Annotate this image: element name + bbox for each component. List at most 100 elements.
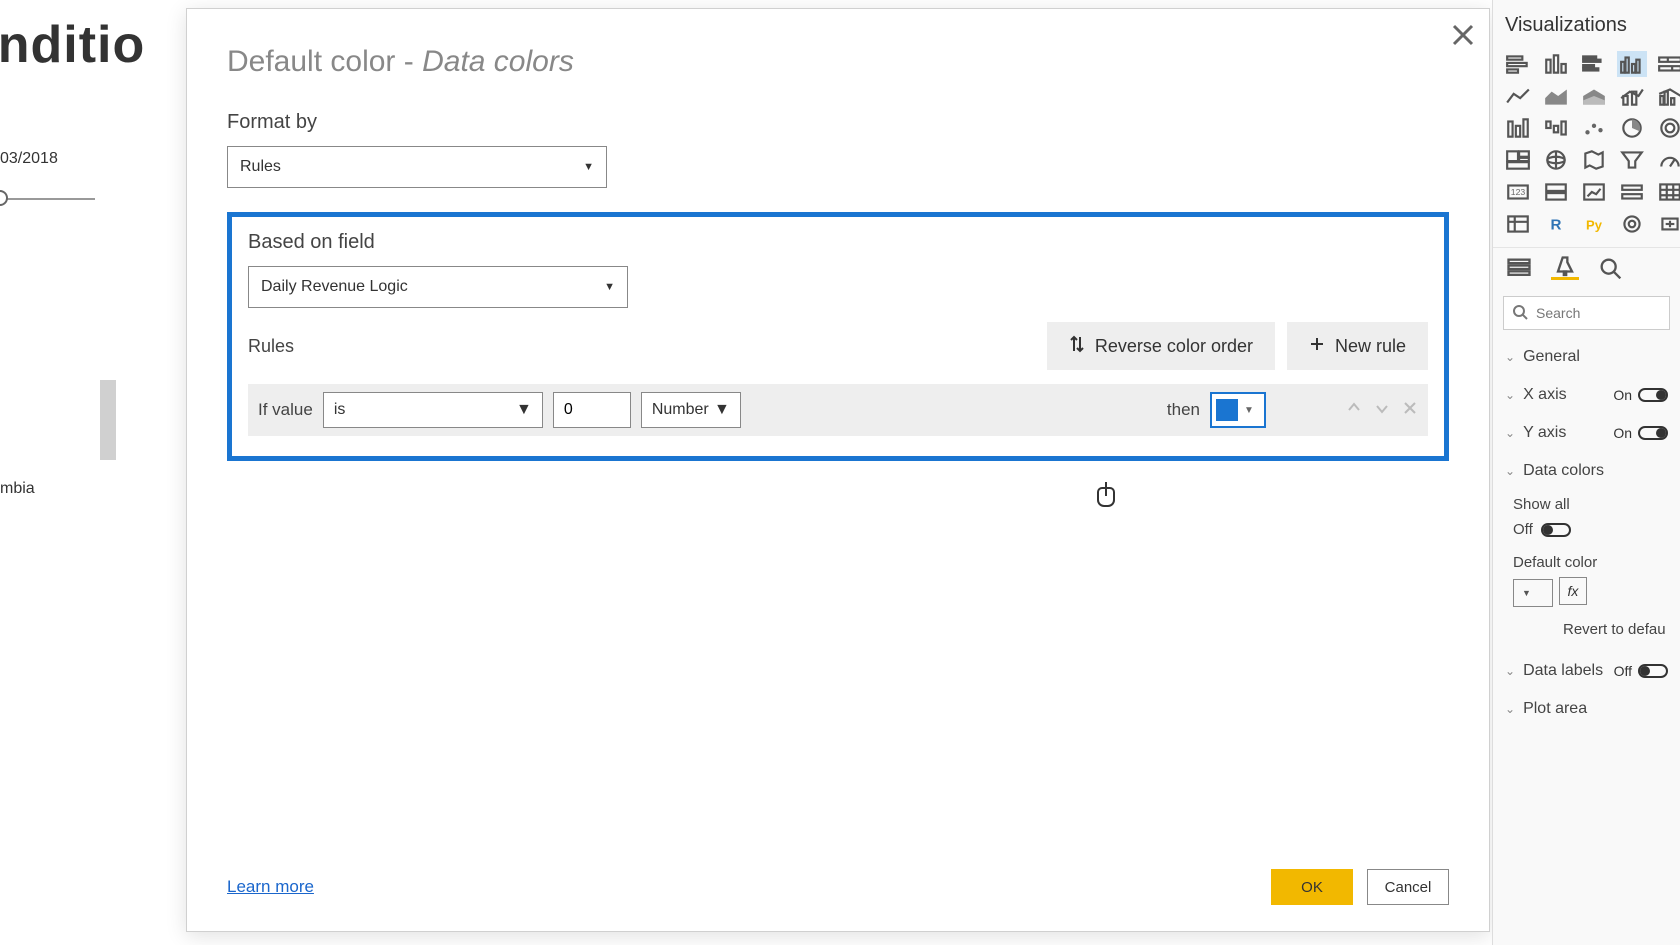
- stacked-bar-icon[interactable]: [1503, 51, 1533, 77]
- caret-down-icon: ▼: [1522, 588, 1531, 598]
- default-color-label: Default color: [1493, 548, 1680, 575]
- gauge-icon[interactable]: [1655, 147, 1680, 173]
- cancel-button[interactable]: Cancel: [1367, 869, 1449, 905]
- chevron-down-icon: ⌄: [1505, 702, 1515, 716]
- svg-text:R: R: [1551, 216, 1562, 233]
- ribbon-chart-icon[interactable]: [1503, 115, 1533, 141]
- rule-type-select[interactable]: Number ▼: [641, 392, 741, 428]
- section-general[interactable]: ⌄General: [1493, 338, 1680, 376]
- waterfall-icon[interactable]: [1541, 115, 1571, 141]
- scatter-chart-icon[interactable]: [1579, 115, 1609, 141]
- search-input[interactable]: Search: [1503, 296, 1670, 330]
- stacked-area-icon[interactable]: [1579, 83, 1609, 109]
- chart-bar: [100, 380, 116, 460]
- python-visual-icon[interactable]: Py: [1579, 211, 1609, 237]
- clustered-bar-icon[interactable]: [1579, 51, 1609, 77]
- slider-handle-icon[interactable]: [0, 190, 8, 206]
- background-left-panel: 03/2018 mbia: [0, 150, 180, 498]
- format-by-select[interactable]: Rules ▼: [227, 146, 607, 188]
- swap-icon: [1069, 335, 1085, 358]
- r-visual-icon[interactable]: R: [1541, 211, 1571, 237]
- learn-more-link[interactable]: Learn more: [227, 877, 314, 897]
- chevron-down-icon: ⌄: [1505, 464, 1515, 478]
- show-all-state: Off: [1513, 521, 1533, 538]
- conditional-format-dialog: Default color - Data colors Format by Ru…: [186, 8, 1490, 932]
- based-on-field-label: Based on field: [248, 231, 1428, 254]
- section-x-axis[interactable]: ⌄X axis On: [1493, 376, 1680, 414]
- page-title: onditio: [0, 15, 145, 75]
- treemap-icon[interactable]: [1503, 147, 1533, 173]
- caret-down-icon: ▼: [604, 281, 615, 293]
- svg-text:123: 123: [1511, 187, 1526, 197]
- donut-chart-icon[interactable]: [1655, 115, 1680, 141]
- chevron-down-icon: ⌄: [1505, 664, 1515, 678]
- section-y-axis[interactable]: ⌄Y axis On: [1493, 414, 1680, 452]
- pie-chart-icon[interactable]: [1617, 115, 1647, 141]
- svg-text:Py: Py: [1586, 217, 1603, 232]
- visualizations-pane: Visualizations 123 R Py: [1492, 0, 1680, 945]
- dialog-title-suffix: Data colors: [422, 45, 574, 78]
- slicer-icon[interactable]: [1617, 179, 1647, 205]
- line-clustered-column-icon[interactable]: [1655, 83, 1680, 109]
- revert-to-default-link[interactable]: Revert to defau: [1493, 607, 1680, 652]
- default-color-picker[interactable]: ▼: [1513, 579, 1553, 607]
- toggle-icon[interactable]: [1638, 426, 1668, 440]
- filled-map-icon[interactable]: [1579, 147, 1609, 173]
- fields-tab-icon[interactable]: [1505, 256, 1533, 280]
- rule-color-picker[interactable]: ▼: [1210, 392, 1266, 428]
- slicer-date: 03/2018: [0, 150, 180, 168]
- line-chart-icon[interactable]: [1503, 83, 1533, 109]
- toggle-icon[interactable]: [1638, 664, 1668, 678]
- rule-operator-select[interactable]: is ▼: [323, 392, 543, 428]
- analytics-tab-icon[interactable]: [1597, 256, 1625, 280]
- card-icon[interactable]: 123: [1503, 179, 1533, 205]
- rule-then-label: then: [1167, 400, 1200, 420]
- line-stacked-column-icon[interactable]: [1617, 83, 1647, 109]
- new-rule-label: New rule: [1335, 336, 1406, 357]
- visualizations-title: Visualizations: [1493, 14, 1680, 51]
- matrix-icon[interactable]: [1503, 211, 1533, 237]
- move-down-icon[interactable]: [1374, 400, 1390, 421]
- chevron-down-icon: ⌄: [1505, 426, 1515, 440]
- ok-button[interactable]: OK: [1271, 869, 1353, 905]
- caret-down-icon: ▼: [714, 401, 730, 419]
- slicer-slider[interactable]: [0, 198, 95, 200]
- color-swatch: [1216, 399, 1238, 421]
- rule-row: If value is ▼ Number ▼ then ▼: [248, 384, 1428, 436]
- show-all-label: Show all: [1493, 490, 1680, 517]
- move-up-icon[interactable]: [1346, 400, 1362, 421]
- hundred-stacked-bar-icon[interactable]: [1655, 51, 1680, 77]
- area-chart-icon[interactable]: [1541, 83, 1571, 109]
- stacked-column-icon[interactable]: [1541, 51, 1571, 77]
- section-data-labels[interactable]: ⌄Data labels Off: [1493, 652, 1680, 690]
- kpi-icon[interactable]: [1579, 179, 1609, 205]
- toggle-icon[interactable]: [1638, 388, 1668, 402]
- rule-operator-value: is: [334, 401, 346, 419]
- rules-label: Rules: [248, 336, 294, 357]
- format-by-value: Rules: [240, 158, 281, 176]
- section-plot-area[interactable]: ⌄Plot area: [1493, 690, 1680, 728]
- table-icon[interactable]: [1655, 179, 1680, 205]
- show-all-toggle[interactable]: [1541, 523, 1571, 537]
- fx-button[interactable]: fx: [1559, 577, 1587, 605]
- based-on-field-select[interactable]: Daily Revenue Logic ▼: [248, 266, 628, 308]
- delete-rule-icon[interactable]: [1402, 400, 1418, 421]
- custom-visual-icon[interactable]: [1655, 211, 1680, 237]
- multi-row-card-icon[interactable]: [1541, 179, 1571, 205]
- clustered-column-icon[interactable]: [1617, 51, 1647, 77]
- map-icon[interactable]: [1541, 147, 1571, 173]
- funnel-icon[interactable]: [1617, 147, 1647, 173]
- new-rule-button[interactable]: New rule: [1287, 322, 1428, 370]
- caret-down-icon: ▼: [516, 401, 532, 419]
- reverse-label: Reverse color order: [1095, 336, 1253, 357]
- section-data-colors[interactable]: ⌄Data colors: [1493, 452, 1680, 490]
- rule-type-value: Number: [652, 401, 709, 419]
- format-tab-icon[interactable]: [1551, 256, 1579, 280]
- arcgis-icon[interactable]: [1617, 211, 1647, 237]
- visualization-gallery: 123 R Py: [1493, 51, 1680, 237]
- caret-down-icon: ▼: [583, 161, 594, 173]
- rule-value-input[interactable]: [553, 392, 631, 428]
- reverse-color-order-button[interactable]: Reverse color order: [1047, 322, 1275, 370]
- caret-down-icon: ▼: [1244, 405, 1254, 416]
- based-on-field-value: Daily Revenue Logic: [261, 278, 408, 296]
